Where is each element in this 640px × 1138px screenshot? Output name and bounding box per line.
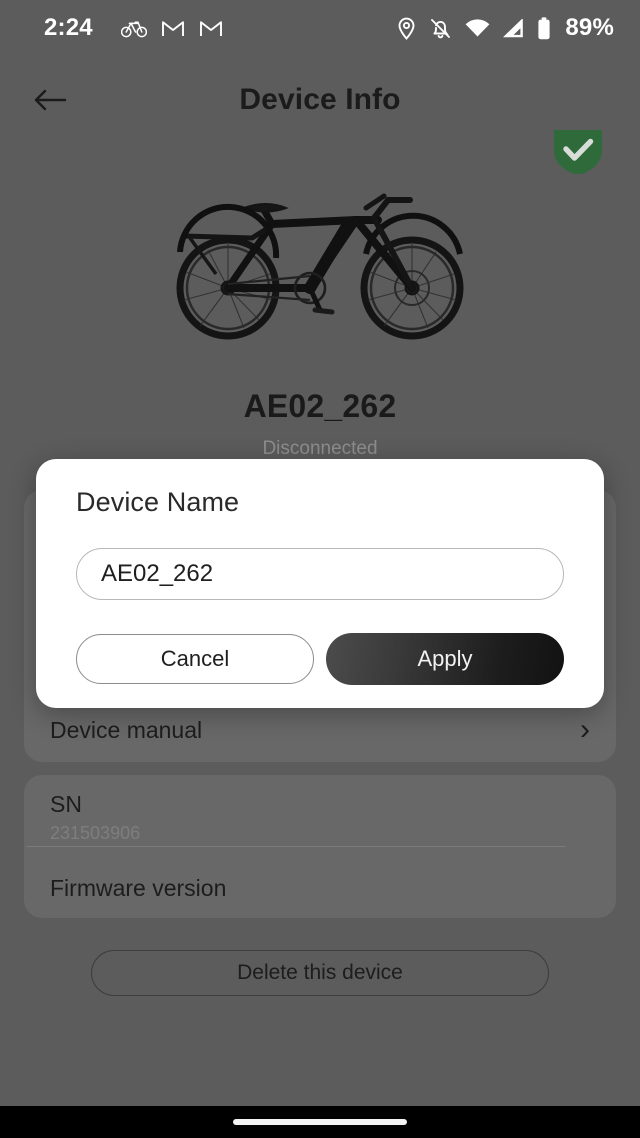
chevron-right-icon: › <box>580 713 590 746</box>
device-name-label: AE02_262 <box>243 388 397 424</box>
dialog-title: Device Name <box>76 487 240 517</box>
info-card-divider <box>26 846 566 847</box>
sn-value: 231503906 <box>50 823 141 843</box>
cancel-button[interactable]: Cancel <box>76 634 314 684</box>
device-product-image <box>0 185 640 345</box>
device-status-label: Disconnected <box>262 438 378 459</box>
cellular-signal-icon <box>503 17 524 38</box>
home-gesture-pill[interactable] <box>233 1119 407 1125</box>
system-navigation-bar <box>0 1106 640 1138</box>
status-bar-clock: 2:24 <box>44 14 93 41</box>
apply-button[interactable]: Apply <box>326 633 564 685</box>
device-name-dialog: Device Name Cancel Apply <box>36 459 604 708</box>
app-bar: Device Info <box>0 62 640 138</box>
delete-device-button[interactable]: Delete this device <box>91 950 549 996</box>
sn-block: SN 231503906 <box>50 789 590 846</box>
bicycle-icon <box>120 18 147 38</box>
row-device-manual[interactable]: Device manual › <box>50 703 590 757</box>
verified-shield-check-icon <box>552 130 604 174</box>
firmware-version-label: Firmware version <box>50 874 227 901</box>
gmail-icon <box>199 19 223 38</box>
battery-icon <box>537 16 551 40</box>
battery-percent-label: 89% <box>565 14 614 41</box>
wifi-icon <box>465 18 490 38</box>
device-manual-label: Device manual <box>50 716 203 743</box>
page-title: Device Info <box>239 83 401 116</box>
gmail-icon <box>161 19 185 38</box>
row-firmware-version[interactable]: Firmware version <box>50 861 590 915</box>
status-bar: 2:24 89% <box>0 0 640 56</box>
location-pin-icon <box>397 17 416 40</box>
device-name-input[interactable] <box>76 548 564 600</box>
notifications-muted-icon <box>429 17 452 40</box>
status-bar-right: 89% <box>397 14 614 42</box>
phone-screen: 2:24 89% Device Info AE02_262 Disconnect… <box>0 0 640 1138</box>
status-bar-left: 2:24 <box>44 14 237 42</box>
sn-label: SN <box>50 791 82 817</box>
